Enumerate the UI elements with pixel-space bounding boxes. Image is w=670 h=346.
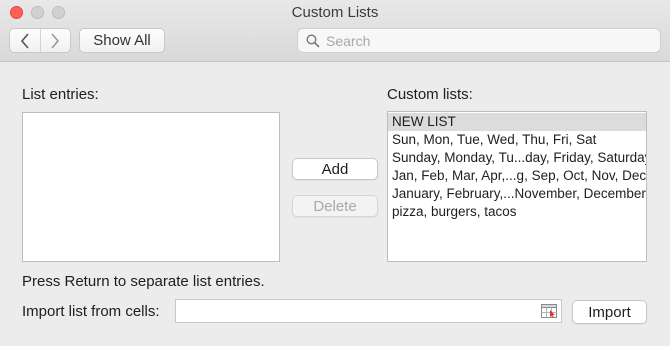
custom-lists-window: Custom Lists Show All List entries: (0, 0, 670, 346)
search-icon (306, 33, 320, 48)
list-item[interactable]: January, February,...November, December (388, 185, 646, 203)
hint-text: Press Return to separate list entries. (22, 273, 265, 290)
delete-button[interactable]: Delete (292, 195, 378, 217)
list-item[interactable]: Sunday, Monday, Tu...day, Friday, Saturd… (388, 149, 646, 167)
show-all-button[interactable]: Show All (79, 28, 165, 53)
add-button[interactable]: Add (292, 158, 378, 180)
search-input[interactable] (326, 32, 646, 49)
list-item[interactable]: pizza, burgers, tacos (388, 203, 646, 221)
title-bar: Custom Lists Show All (0, 0, 670, 62)
list-entries-label: List entries: (22, 86, 99, 103)
list-item-new-list[interactable]: NEW LIST (388, 113, 646, 131)
import-button[interactable]: Import (572, 300, 647, 324)
search-field[interactable] (297, 28, 661, 53)
chevron-right-icon (51, 32, 60, 49)
list-item[interactable]: Sun, Mon, Tue, Wed, Thu, Fri, Sat (388, 131, 646, 149)
navigation-group (9, 28, 71, 53)
import-label: Import list from cells: (22, 303, 160, 320)
window-title: Custom Lists (291, 4, 379, 21)
list-item[interactable]: Jan, Feb, Mar, Apr,...g, Sep, Oct, Nov, … (388, 167, 646, 185)
import-range-field[interactable] (175, 299, 562, 323)
custom-lists-listbox[interactable]: NEW LIST Sun, Mon, Tue, Wed, Thu, Fri, S… (387, 111, 647, 262)
back-button[interactable] (10, 29, 40, 52)
forward-button[interactable] (39, 29, 70, 52)
list-entries-textarea[interactable] (22, 112, 280, 262)
custom-lists-label: Custom lists: (387, 86, 473, 103)
range-select-icon[interactable] (541, 304, 557, 318)
import-range-input[interactable] (180, 302, 530, 320)
chevron-left-icon (20, 32, 29, 49)
